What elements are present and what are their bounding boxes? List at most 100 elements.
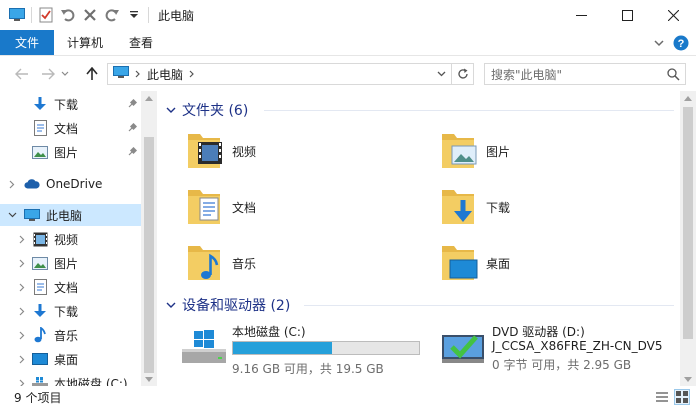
chevron-right-icon[interactable]: [17, 378, 27, 386]
folder-videos[interactable]: 视频: [184, 127, 256, 175]
details-view-icon[interactable]: [654, 389, 670, 405]
nav-item-label: OneDrive: [46, 177, 103, 191]
computer-icon: [113, 66, 129, 82]
address-dropdown-button[interactable]: [431, 64, 451, 84]
scroll-up-arrow-icon[interactable]: [141, 91, 157, 105]
tab-view[interactable]: 查看: [116, 30, 166, 55]
folder-pictures[interactable]: 图片: [438, 127, 510, 175]
content-scrollbar[interactable]: [680, 91, 696, 386]
forward-button[interactable]: [36, 62, 60, 86]
maximize-button[interactable]: [604, 0, 650, 30]
desktop-icon: [32, 351, 48, 367]
pin-icon[interactable]: [126, 122, 138, 134]
nav-item-label: 此电脑: [46, 208, 83, 223]
pin-icon[interactable]: [126, 146, 138, 158]
folder-documents[interactable]: 文档: [184, 183, 256, 231]
chevron-right-icon[interactable]: [7, 179, 17, 189]
nav-item-videos[interactable]: 视频: [0, 228, 141, 250]
minimize-button[interactable]: [558, 0, 604, 30]
folders-group-header[interactable]: 文件夹 (6): [166, 99, 248, 121]
drive-volume-label: J_CCSA_X86FRE_ZH-CN_DV5: [492, 339, 663, 353]
item-count: 9 个项目: [14, 390, 62, 405]
chevron-right-icon[interactable]: [17, 234, 27, 244]
nav-item-onedrive[interactable]: OneDrive: [0, 173, 141, 195]
svg-text:?: ?: [678, 38, 685, 50]
nav-item-downloads-quick[interactable]: 下载: [0, 93, 141, 115]
tiles-view-icon[interactable]: [674, 389, 690, 405]
up-button[interactable]: [80, 62, 104, 86]
drive-local-disk[interactable]: 本地磁盘 (C:) 9.16 GB 可用，共 19.5 GB: [180, 323, 430, 379]
nav-item-pictures[interactable]: 图片: [0, 252, 141, 274]
chevron-right-icon[interactable]: [17, 306, 27, 316]
drive-free-space: 9.16 GB 可用，共 19.5 GB: [232, 362, 384, 376]
scroll-down-arrow-icon[interactable]: [141, 372, 157, 386]
customize-toolbar-icon[interactable]: [123, 4, 145, 26]
download-arrow-icon: [32, 96, 48, 112]
chevron-right-icon[interactable]: [17, 258, 27, 268]
redo-icon[interactable]: [101, 4, 123, 26]
back-button[interactable]: [10, 62, 34, 86]
documents-folder-icon: [184, 186, 224, 228]
music-folder-icon: [184, 242, 224, 284]
chevron-down-icon[interactable]: [7, 210, 17, 220]
pin-icon[interactable]: [126, 98, 138, 110]
tab-file[interactable]: 文件: [0, 30, 55, 55]
download-arrow-icon: [32, 303, 48, 319]
nav-scrollbar[interactable]: [141, 91, 157, 386]
chevron-right-icon[interactable]: [135, 67, 141, 81]
computer-icon: [6, 4, 28, 26]
undo-icon[interactable]: [57, 4, 79, 26]
nav-item-local-disk[interactable]: 本地磁盘 (C:): [0, 372, 141, 386]
nav-item-label: 文档: [54, 121, 79, 136]
music-note-icon: [32, 327, 48, 343]
chevron-down-icon[interactable]: [166, 302, 176, 309]
quick-access-toolbar: [0, 0, 152, 30]
window-title: 此电脑: [158, 8, 195, 23]
close-button[interactable]: [650, 0, 696, 30]
chevron-right-icon[interactable]: [189, 67, 195, 81]
folder-downloads[interactable]: 下载: [438, 183, 510, 231]
nav-item-documents[interactable]: 文档: [0, 276, 141, 298]
expand-ribbon-icon[interactable]: [650, 34, 668, 52]
scroll-up-arrow-icon[interactable]: [680, 91, 696, 105]
nav-item-documents-quick[interactable]: 文档: [0, 117, 141, 139]
folder-label: 桌面: [486, 256, 511, 271]
nav-item-pictures-quick[interactable]: 图片: [0, 141, 141, 163]
properties-icon[interactable]: [35, 4, 57, 26]
address-bar[interactable]: 此电脑: [107, 63, 474, 85]
address-row: 此电脑 搜索"此电脑": [0, 57, 696, 91]
pictures-icon: [32, 144, 48, 160]
chevron-right-icon[interactable]: [17, 282, 27, 292]
delete-x-icon[interactable]: [79, 4, 101, 26]
nav-item-this-pc[interactable]: 此电脑: [0, 204, 141, 226]
tab-computer[interactable]: 计算机: [54, 30, 116, 55]
search-placeholder: 搜索"此电脑": [491, 67, 563, 82]
computer-icon: [24, 207, 40, 223]
recent-locations-icon[interactable]: [58, 62, 72, 86]
nav-item-music[interactable]: 音乐: [0, 324, 141, 346]
drive-free-space: 0 字节 可用，共 2.95 GB: [492, 358, 632, 372]
pictures-folder-icon: [438, 130, 478, 172]
nav-item-desktop[interactable]: 桌面: [0, 348, 141, 370]
chevron-down-icon[interactable]: [166, 107, 176, 114]
refresh-button[interactable]: [451, 64, 473, 84]
folder-label: 视频: [232, 144, 257, 159]
disk-usage-bar: [232, 341, 420, 355]
nav-item-label: 本地磁盘 (C:): [54, 376, 128, 387]
help-icon[interactable]: ?: [672, 34, 690, 52]
breadcrumb-item[interactable]: 此电脑: [147, 66, 183, 83]
chevron-right-icon[interactable]: [17, 354, 27, 364]
drive-dvd[interactable]: DVD 驱动器 (D:) J_CCSA_X86FRE_ZH-CN_DV5 0 字…: [440, 323, 680, 379]
scroll-down-arrow-icon[interactable]: [680, 372, 696, 386]
scrollbar-thumb[interactable]: [144, 137, 154, 373]
search-input[interactable]: 搜索"此电脑": [484, 63, 686, 85]
scrollbar-thumb[interactable]: [683, 107, 693, 339]
folder-music[interactable]: 音乐: [184, 239, 256, 287]
search-icon[interactable]: [665, 66, 681, 82]
nav-item-downloads[interactable]: 下载: [0, 300, 141, 322]
pictures-icon: [32, 255, 48, 271]
chevron-right-icon[interactable]: [17, 330, 27, 340]
folder-desktop[interactable]: 桌面: [438, 239, 510, 287]
devices-group-header[interactable]: 设备和驱动器 (2): [166, 294, 290, 316]
group-divider: [264, 110, 674, 111]
